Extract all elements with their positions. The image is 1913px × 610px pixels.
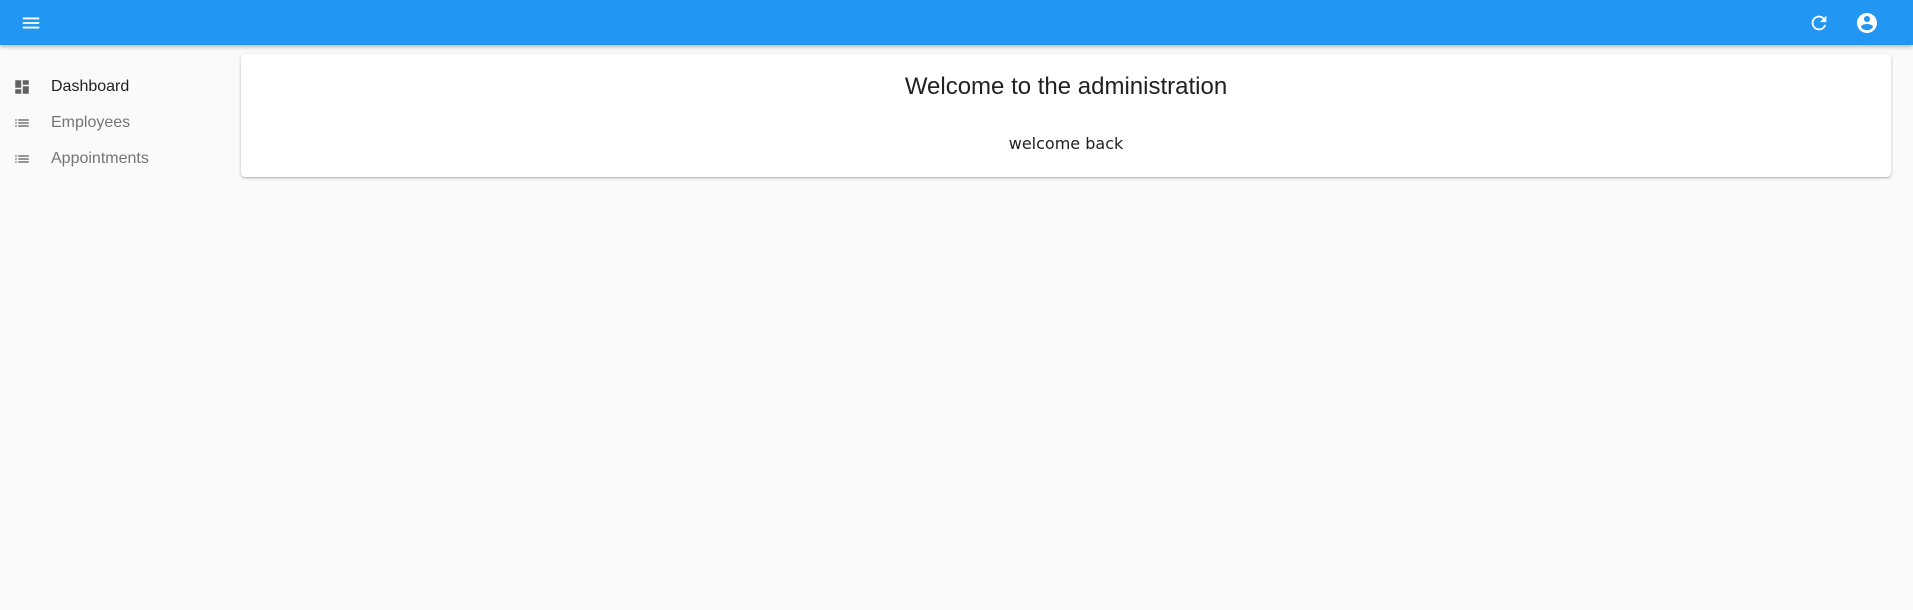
sidebar-item-employees[interactable]: Employees	[0, 105, 230, 141]
dashboard-icon	[15, 80, 29, 94]
card-body-text: welcome back	[1008, 134, 1124, 153]
account-circle-icon	[1857, 13, 1877, 33]
sidebar-item-appointments[interactable]: Appointments	[0, 141, 230, 177]
menu-icon	[22, 17, 40, 29]
sidebar-item-label: Appointments	[51, 150, 149, 167]
sidebar-item-label: Dashboard	[51, 78, 130, 95]
sidebar: Dashboard Employees Appointments	[0, 69, 230, 177]
menu-button[interactable]	[16, 8, 46, 38]
sidebar-item-label: Employees	[51, 114, 131, 131]
list-icon	[15, 155, 29, 163]
welcome-card: Welcome to the administration welcome ba…	[241, 54, 1891, 177]
refresh-icon	[1811, 15, 1827, 31]
app-bar	[0, 0, 1913, 45]
refresh-button[interactable]	[1804, 8, 1834, 38]
account-button[interactable]	[1852, 8, 1882, 38]
list-icon	[15, 119, 29, 127]
card-title: Welcome to the administration	[904, 73, 1228, 100]
sidebar-item-dashboard[interactable]: Dashboard	[0, 69, 230, 105]
